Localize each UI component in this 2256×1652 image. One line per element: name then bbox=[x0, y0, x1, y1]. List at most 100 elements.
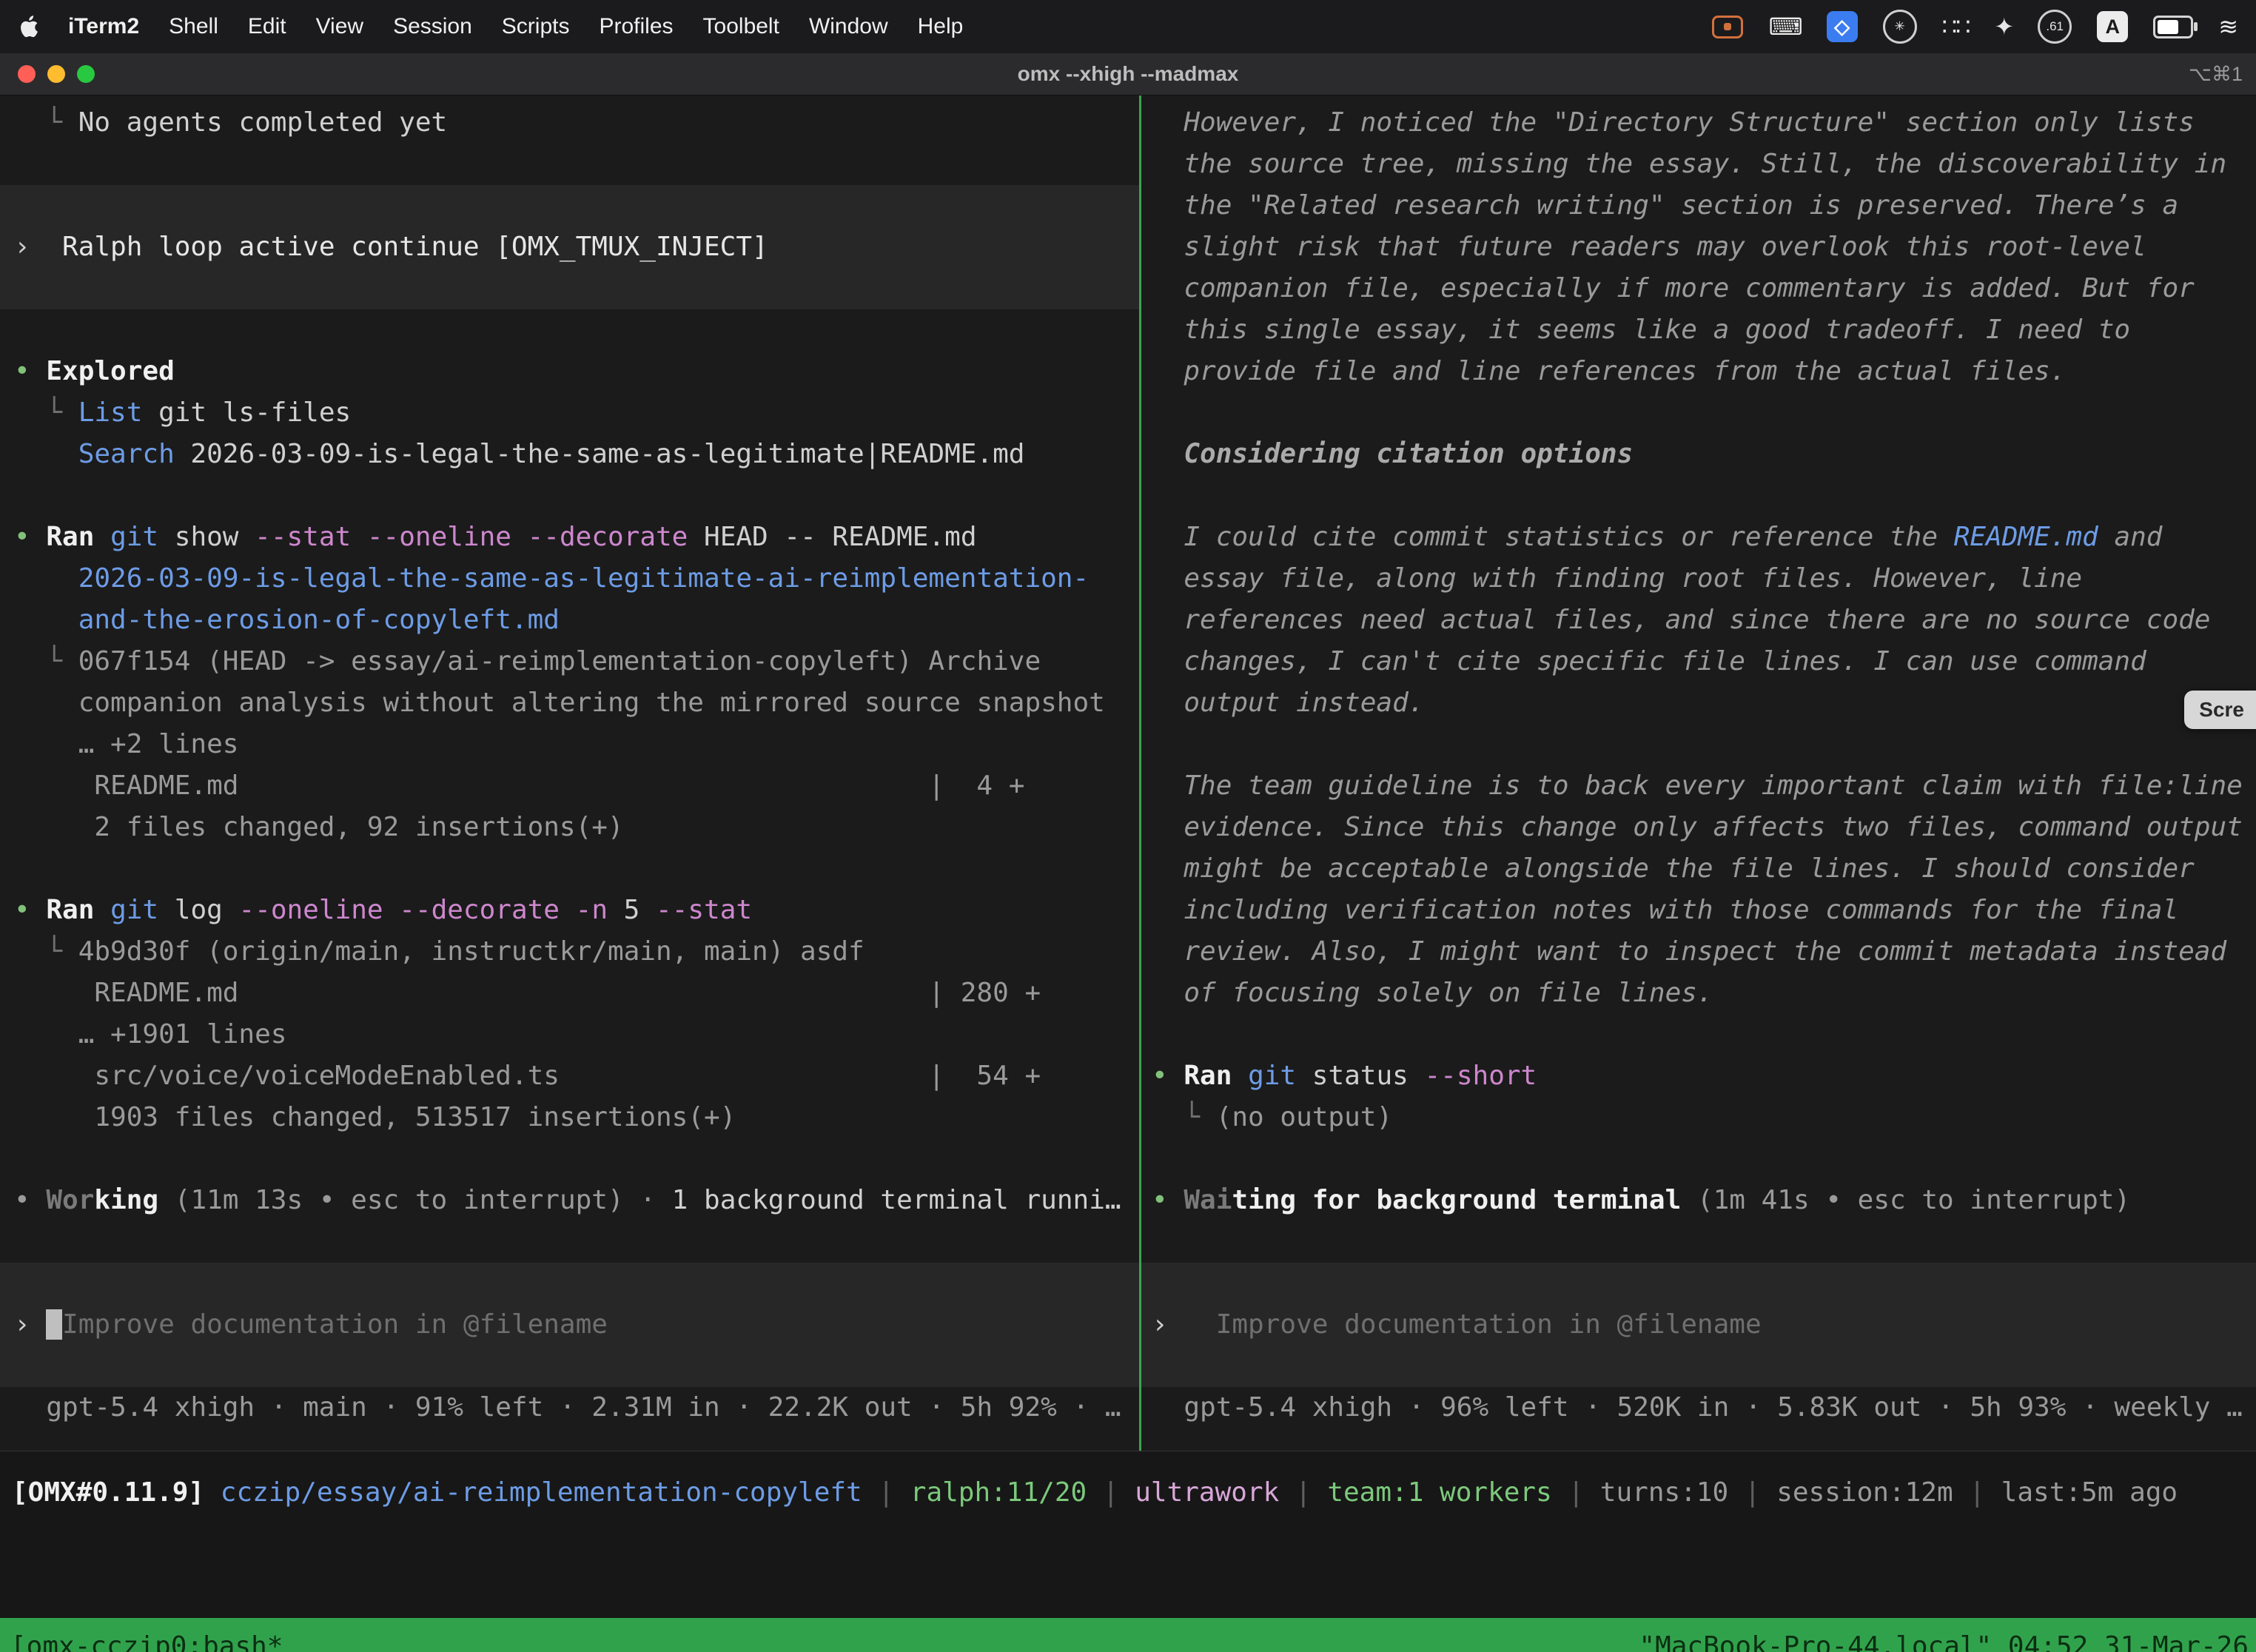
terminal-line bbox=[1141, 1263, 2256, 1304]
left-terminal-pane[interactable]: └ No agents completed yet › Ralph loop ac… bbox=[0, 95, 1139, 1451]
circular-app-icon[interactable]: ✳ bbox=[1883, 10, 1917, 44]
terminal-line: 2 files changed, 92 insertions(+) bbox=[0, 807, 1139, 848]
window-shortcut-hint: ⌥⌘1 bbox=[2189, 63, 2243, 86]
terminal-line bbox=[0, 185, 1139, 226]
terminal-line bbox=[0, 1138, 1139, 1180]
keyboard-icon[interactable]: ⌨ bbox=[1768, 13, 1801, 41]
menu-scripts[interactable]: Scripts bbox=[502, 14, 570, 39]
menu-items: Shell Edit View Session Scripts Profiles Toolb… bbox=[169, 14, 963, 39]
wifi-icon[interactable]: ≋ bbox=[2218, 13, 2237, 41]
terminal-line bbox=[1141, 724, 2256, 765]
terminal-line: 1903 files changed, 513517 insertions(+) bbox=[0, 1097, 1139, 1138]
terminal-line: However, I noticed the "Directory Struct… bbox=[1141, 102, 2256, 144]
terminal-line: of focusing solely on file lines. bbox=[1141, 973, 2256, 1014]
terminal-line bbox=[1141, 1138, 2256, 1180]
terminal-line: companion file, especially if more comme… bbox=[1141, 268, 2256, 309]
iterm2-window: iTerm2 Shell Edit View Session Scripts Profil… bbox=[0, 0, 2256, 1652]
terminal-line: and-the-erosion-of-copyleft.md bbox=[0, 600, 1139, 641]
menu-shell[interactable]: Shell bbox=[169, 14, 218, 39]
input-source-icon[interactable]: A bbox=[2097, 11, 2128, 42]
terminal-line: slight risk that future readers may over… bbox=[1141, 226, 2256, 268]
thinking-heading: Considering citation options bbox=[1141, 434, 2256, 475]
terminal-line: output instead. bbox=[1141, 682, 2256, 724]
terminal-line: companion analysis without altering the … bbox=[0, 682, 1139, 724]
prompt-input[interactable]: › Improve documentation in @filename bbox=[1141, 1304, 2256, 1346]
terminal-line: I could cite commit statistics or refere… bbox=[1141, 517, 2256, 558]
terminal-line bbox=[0, 144, 1139, 185]
terminal-line: src/voice/voiceModeEnabled.ts | 54 + bbox=[0, 1055, 1139, 1097]
terminal-line: └ No agents completed yet bbox=[0, 102, 1139, 144]
tmux-session-window: [omx-cczip0:bash* bbox=[10, 1631, 283, 1652]
terminal-line: … +1901 lines bbox=[0, 1014, 1139, 1055]
ran-git-status: • Ran git status --short bbox=[1141, 1055, 2256, 1097]
terminal-line: the "Related research writing" section i… bbox=[1141, 185, 2256, 226]
terminal-line bbox=[0, 309, 1139, 351]
menu-window[interactable]: Window bbox=[809, 14, 888, 39]
terminal-line: … +2 lines bbox=[0, 724, 1139, 765]
terminal-line: essay file, along with finding root file… bbox=[1141, 558, 2256, 600]
terminal-line bbox=[1141, 1014, 2256, 1055]
terminal-line bbox=[0, 848, 1139, 890]
omx-session-status: [OMX#0.11.9] cczip/essay/ai-reimplementa… bbox=[0, 1472, 2256, 1514]
tmux-host-clock: "MacBook-Pro-44.local" 04:52 31-Mar-26 bbox=[1639, 1631, 2249, 1652]
menu-help[interactable]: Help bbox=[918, 14, 964, 39]
terminal-line bbox=[1141, 475, 2256, 517]
omx-status-bar: [OMX#0.11.9] cczip/essay/ai-reimplementa… bbox=[0, 1451, 2256, 1618]
menu-bar-status-icons: ⌨ ◇ ✳ ∷∷ ✦ .61 A ≋ bbox=[1712, 10, 2237, 44]
battery-icon[interactable] bbox=[2153, 16, 2193, 38]
terminal-line: └ 067f154 (HEAD -> essay/ai-reimplementa… bbox=[0, 641, 1139, 682]
terminal-line: references need actual files, and since … bbox=[1141, 600, 2256, 641]
terminal-line bbox=[0, 268, 1139, 309]
ran-git-log: • Ran git log --oneline --decorate -n 5 … bbox=[0, 890, 1139, 931]
model-status-line: gpt-5.4 xhigh · main · 91% left · 2.31M … bbox=[0, 1387, 1139, 1428]
terminal-line: Search 2026-03-09-is-legal-the-same-as-l… bbox=[0, 434, 1139, 475]
terminal-line bbox=[0, 1221, 1139, 1263]
terminal-line: changes, I can't cite specific file line… bbox=[1141, 641, 2256, 682]
menu-profiles[interactable]: Profiles bbox=[599, 14, 673, 39]
menu-edit[interactable]: Edit bbox=[248, 14, 286, 39]
terminal-line bbox=[1141, 392, 2256, 434]
terminal-line: including verification notes with those … bbox=[1141, 890, 2256, 931]
waiting-status: • Waiting for background terminal (1m 41… bbox=[1141, 1180, 2256, 1221]
macos-menu-bar: iTerm2 Shell Edit View Session Scripts Profil… bbox=[0, 0, 2256, 53]
terminal-line: evidence. Since this change only affects… bbox=[1141, 807, 2256, 848]
ran-git-show: • Ran git show --stat --oneline --decora… bbox=[0, 517, 1139, 558]
window-title-bar: omx --xhigh --madmax ⌥⌘1 bbox=[0, 53, 2256, 95]
right-terminal-pane[interactable]: However, I noticed the "Directory Struct… bbox=[1141, 95, 2256, 1451]
terminal-line bbox=[1141, 1221, 2256, 1263]
terminal-line: review. Also, I might want to inspect th… bbox=[1141, 931, 2256, 973]
terminal-line: The team guideline is to back every impo… bbox=[1141, 765, 2256, 807]
raycast-icon[interactable]: ◇ bbox=[1827, 11, 1858, 42]
prompt-input[interactable]: › Improve documentation in @filename bbox=[0, 1304, 1139, 1346]
menu-session[interactable]: Session bbox=[393, 14, 472, 39]
battery-percentage-badge[interactable]: .61 bbox=[2038, 10, 2072, 44]
terminal-line: README.md | 4 + bbox=[0, 765, 1139, 807]
ralph-loop-banner: › Ralph loop active continue [OMX_TMUX_I… bbox=[0, 226, 1139, 268]
shortcuts-icon[interactable]: ✦ bbox=[1994, 13, 2012, 41]
terminal-line: 2026-03-09-is-legal-the-same-as-legitima… bbox=[0, 558, 1139, 600]
terminal-line bbox=[0, 1346, 1139, 1387]
terminal-line: README.md | 280 + bbox=[0, 973, 1139, 1014]
screen-capture-pill[interactable]: Scre bbox=[2184, 691, 2256, 729]
window-title: omx --xhigh --madmax bbox=[0, 62, 2256, 86]
terminal-line: might be acceptable alongside the file l… bbox=[1141, 848, 2256, 890]
terminal-area: └ No agents completed yet › Ralph loop ac… bbox=[0, 95, 2256, 1451]
terminal-line: this single essay, it seems like a good … bbox=[1141, 309, 2256, 351]
terminal-line: └ (no output) bbox=[1141, 1097, 2256, 1138]
apple-menu-icon[interactable] bbox=[19, 15, 38, 38]
tmux-status-bar: [omx-cczip0:bash* "MacBook-Pro-44.local"… bbox=[0, 1618, 2256, 1652]
active-app-name[interactable]: iTerm2 bbox=[68, 14, 139, 39]
working-status: • Working (11m 13s • esc to interrupt) ·… bbox=[0, 1180, 1139, 1221]
menu-view[interactable]: View bbox=[316, 14, 363, 39]
terminal-line bbox=[1141, 1346, 2256, 1387]
terminal-line: └ 4b9d30f (origin/main, instructkr/main,… bbox=[0, 931, 1139, 973]
terminal-line: provide file and line references from th… bbox=[1141, 351, 2256, 392]
terminal-line: └ List git ls-files bbox=[0, 392, 1139, 434]
terminal-line: the source tree, missing the essay. Stil… bbox=[1141, 144, 2256, 185]
terminal-line bbox=[0, 475, 1139, 517]
model-status-line: gpt-5.4 xhigh · 96% left · 520K in · 5.8… bbox=[1141, 1387, 2256, 1428]
screen-record-indicator[interactable] bbox=[1712, 16, 1743, 38]
grid-menu-icon[interactable]: ∷∷ bbox=[1942, 13, 1970, 41]
explored-header: • Explored bbox=[0, 351, 1139, 392]
menu-toolbelt[interactable]: Toolbelt bbox=[703, 14, 779, 39]
